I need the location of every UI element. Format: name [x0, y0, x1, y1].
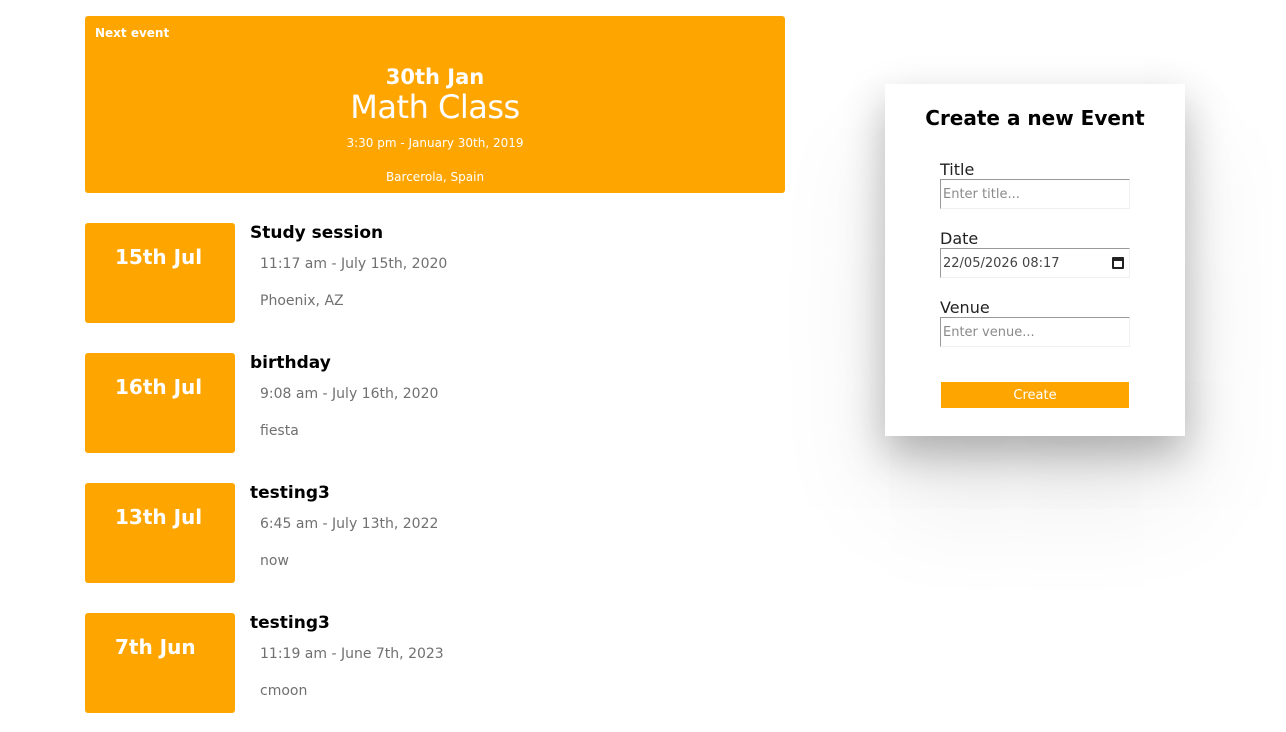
event-list: 15th Jul Study session 11:17 am - July 1… — [85, 223, 785, 732]
event-date-box: 13th Jul — [85, 483, 235, 583]
event-item[interactable]: 16th Jul birthday 9:08 am - July 16th, 2… — [85, 353, 785, 453]
event-venue: cmoon — [260, 683, 308, 699]
next-event-time: 3:30 pm - January 30th, 2019 — [346, 136, 524, 150]
date-label: Date — [940, 229, 979, 248]
event-date-box: 15th Jul — [85, 223, 235, 323]
next-event-date: 30th Jan — [385, 65, 485, 89]
event-item[interactable]: 7th Jun testing3 11:19 am - June 7th, 20… — [85, 613, 785, 713]
calendar-icon[interactable] — [1112, 257, 1124, 269]
event-date: 13th Jul — [115, 505, 203, 529]
date-input[interactable]: 22/05/2026 08:17 — [940, 248, 1130, 278]
title-input[interactable] — [940, 179, 1130, 209]
next-event-label: Next event — [95, 26, 170, 40]
event-venue: fiesta — [260, 423, 299, 439]
event-date-box: 7th Jun — [85, 613, 235, 713]
event-title: Study session — [250, 223, 384, 243]
event-date: 16th Jul — [115, 375, 203, 399]
event-date: 7th Jun — [115, 635, 196, 659]
event-venue: Phoenix, AZ — [260, 293, 344, 309]
event-item[interactable]: 15th Jul Study session 11:17 am - July 1… — [85, 223, 785, 323]
venue-label: Venue — [940, 298, 990, 317]
create-event-title: Create a new Event — [925, 106, 1145, 130]
event-date-box: 16th Jul — [85, 353, 235, 453]
event-time: 11:19 am - June 7th, 2023 — [260, 646, 444, 662]
create-event-card: Create a new Event Title Date 22/05/2026… — [885, 84, 1185, 436]
event-time: 11:17 am - July 15th, 2020 — [260, 256, 448, 272]
create-button[interactable]: Create — [940, 381, 1130, 409]
page: Next event 30th Jan Math Class 3:30 pm -… — [0, 0, 1286, 732]
event-time: 9:08 am - July 16th, 2020 — [260, 386, 439, 402]
event-time: 6:45 am - July 13th, 2022 — [260, 516, 439, 532]
event-title: testing3 — [250, 613, 330, 633]
event-title: birthday — [250, 353, 331, 373]
date-value: 22/05/2026 08:17 — [943, 255, 1060, 271]
event-title: testing3 — [250, 483, 330, 503]
event-date: 15th Jul — [115, 245, 203, 269]
next-event-title: Math Class — [350, 88, 520, 126]
event-venue: now — [260, 553, 289, 569]
event-item[interactable]: 13th Jul testing3 6:45 am - July 13th, 2… — [85, 483, 785, 583]
next-event-banner: Next event 30th Jan Math Class 3:30 pm -… — [85, 16, 785, 193]
title-label: Title — [940, 160, 975, 179]
venue-input[interactable] — [940, 317, 1130, 347]
next-event-venue: Barcerola, Spain — [385, 170, 485, 184]
